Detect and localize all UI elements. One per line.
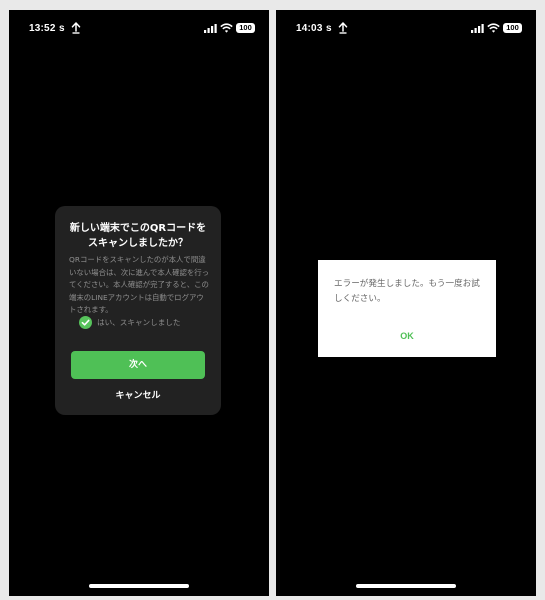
upload-arrow-icon <box>71 22 81 34</box>
app-indicator: s <box>326 23 332 34</box>
wifi-icon <box>487 23 500 33</box>
cellular-signal-icon <box>204 24 217 33</box>
dialog-title-line-1: 新しい端末でこのQRコードを <box>69 223 207 234</box>
status-time: 13:52 <box>29 23 56 34</box>
phone-screen-qr-confirm: 13:52 s 100 新しい端末でこのQRコードを スキャンしましたか？ QR… <box>9 10 269 596</box>
battery-icon: 100 <box>503 23 522 33</box>
checkmark-circle-icon[interactable] <box>79 316 92 329</box>
dialog-title-line-2: スキャンしましたか？ <box>88 238 188 249</box>
next-button[interactable]: 次へ <box>71 351 205 379</box>
error-dialog: エラーが発生しました。もう一度お試しください。 OK <box>318 260 496 357</box>
status-time: 14:03 <box>296 23 323 34</box>
scanned-confirm-checkbox[interactable]: はい、スキャンしました <box>79 316 209 330</box>
screenshot-frame: 13:52 s 100 新しい端末でこのQRコードを スキャンしましたか？ QR… <box>0 0 545 600</box>
status-bar: 13:52 s 100 <box>9 10 269 44</box>
dialog-body-text: QRコードをスキャンしたのが本人で間違いない場合は、次に進んで本人確認を行ってく… <box>69 255 210 314</box>
qr-scan-confirm-dialog: 新しい端末でこのQRコードを スキャンしましたか？ QRコードをスキャンしたのが… <box>55 206 221 415</box>
app-indicator: s <box>59 23 65 34</box>
checkbox-label: はい、スキャンしました <box>97 318 181 327</box>
upload-arrow-icon <box>338 22 348 34</box>
dialog-title: 新しい端末でこのQRコードを スキャンしましたか？ <box>63 221 213 251</box>
home-indicator[interactable] <box>89 584 189 588</box>
cellular-signal-icon <box>471 24 484 33</box>
phone-screen-error: 14:03 s 100 エラーが発生しました。もう一度お試しください。 OK <box>276 10 536 596</box>
cancel-button[interactable]: キャンセル <box>71 388 205 404</box>
status-bar: 14:03 s 100 <box>276 10 536 44</box>
home-indicator[interactable] <box>356 584 456 588</box>
battery-icon: 100 <box>236 23 255 33</box>
error-message: エラーが発生しました。もう一度お試しください。 <box>334 279 480 304</box>
wifi-icon <box>220 23 233 33</box>
ok-button[interactable]: OK <box>378 328 436 344</box>
